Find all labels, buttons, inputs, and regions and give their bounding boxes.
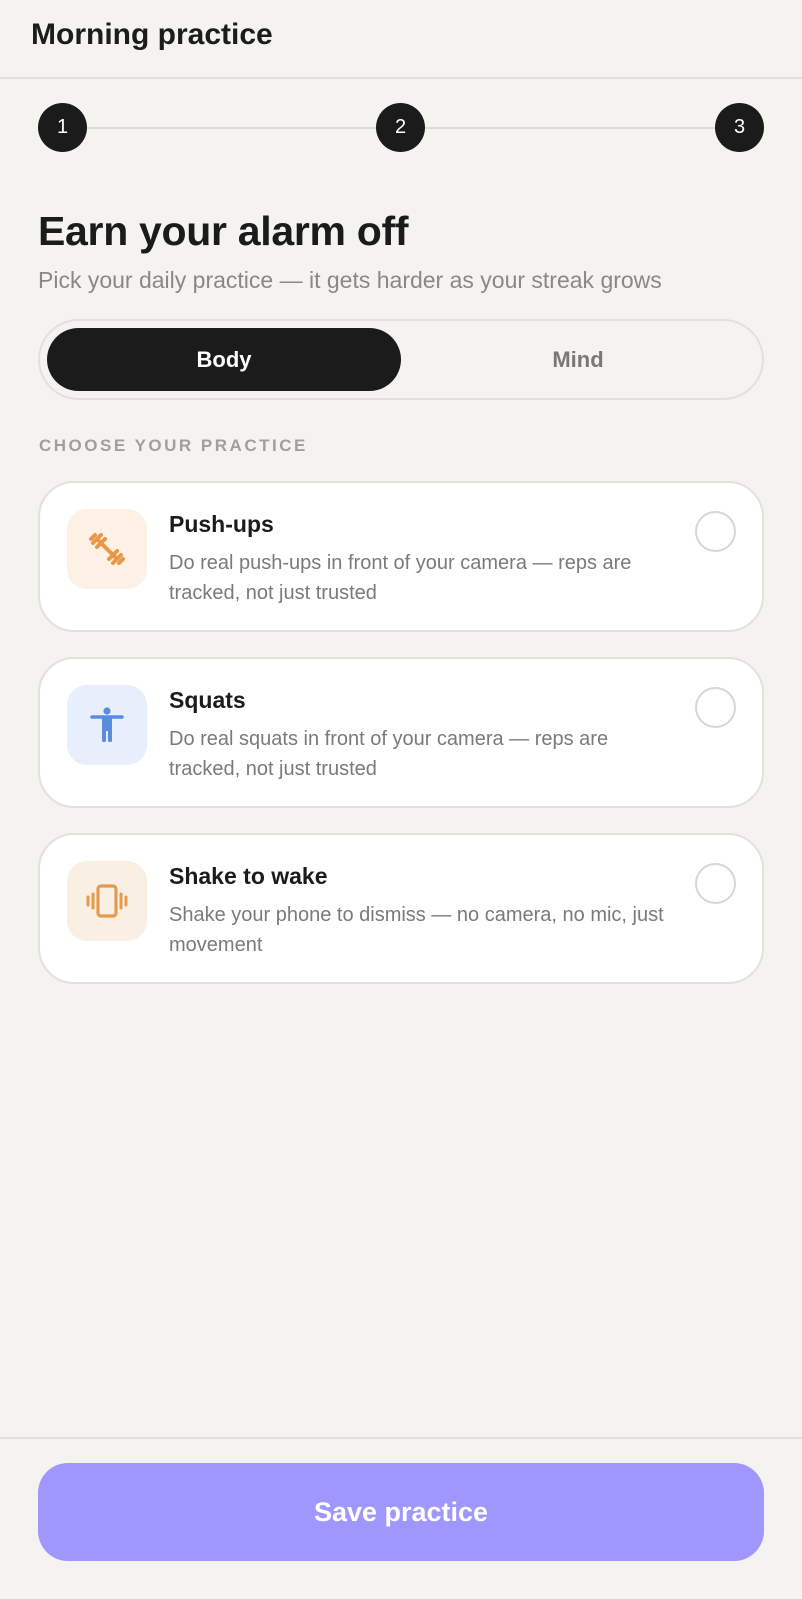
- person-icon: [67, 685, 147, 765]
- section-heading: Earn your alarm off: [38, 208, 409, 254]
- tab-mind[interactable]: Mind: [401, 328, 755, 391]
- practice-card-squats[interactable]: Squats Do real squats in front of your c…: [38, 657, 764, 808]
- section-subheading: Pick your daily practice — it gets harde…: [38, 267, 662, 293]
- practice-description: Do real squats in front of your camera —…: [169, 728, 609, 780]
- practice-title: Shake to wake: [169, 863, 328, 889]
- step-1: 1: [38, 103, 87, 152]
- dumbbell-icon: [67, 509, 147, 589]
- practice-description: Do real push-ups in front of your camera…: [169, 552, 632, 604]
- choose-practice-label: CHOOSE YOUR PRACTICE: [39, 436, 308, 455]
- practice-description: Shake your phone to dismiss — no camera,…: [169, 904, 664, 956]
- practice-title: Push-ups: [169, 511, 274, 537]
- progress-stepper: 1 2 3: [38, 103, 764, 153]
- practice-card-shake-to-wake[interactable]: Shake to wake Shake your phone to dismis…: [38, 833, 764, 984]
- practice-card-push-ups[interactable]: Push-ups Do real push-ups in front of yo…: [38, 481, 764, 632]
- bottom-bar: Save practice: [0, 1437, 802, 1599]
- page-title: Morning practice: [31, 18, 273, 51]
- phone-vibrate-icon: [67, 861, 147, 941]
- practice-title: Squats: [169, 687, 246, 713]
- save-practice-button[interactable]: Save practice: [38, 1463, 764, 1561]
- tab-body[interactable]: Body: [47, 328, 401, 391]
- radio-shake-to-wake[interactable]: [695, 863, 736, 904]
- step-3: 3: [715, 103, 764, 152]
- top-bar: Morning practice: [0, 0, 802, 79]
- app-screen: Morning practice 1 2 3 Earn your alarm o…: [0, 0, 802, 1599]
- radio-squats[interactable]: [695, 687, 736, 728]
- step-2: 2: [376, 103, 425, 152]
- category-toggle: Body Mind: [38, 319, 764, 400]
- radio-push-ups[interactable]: [695, 511, 736, 552]
- practice-list: Push-ups Do real push-ups in front of yo…: [38, 481, 764, 984]
